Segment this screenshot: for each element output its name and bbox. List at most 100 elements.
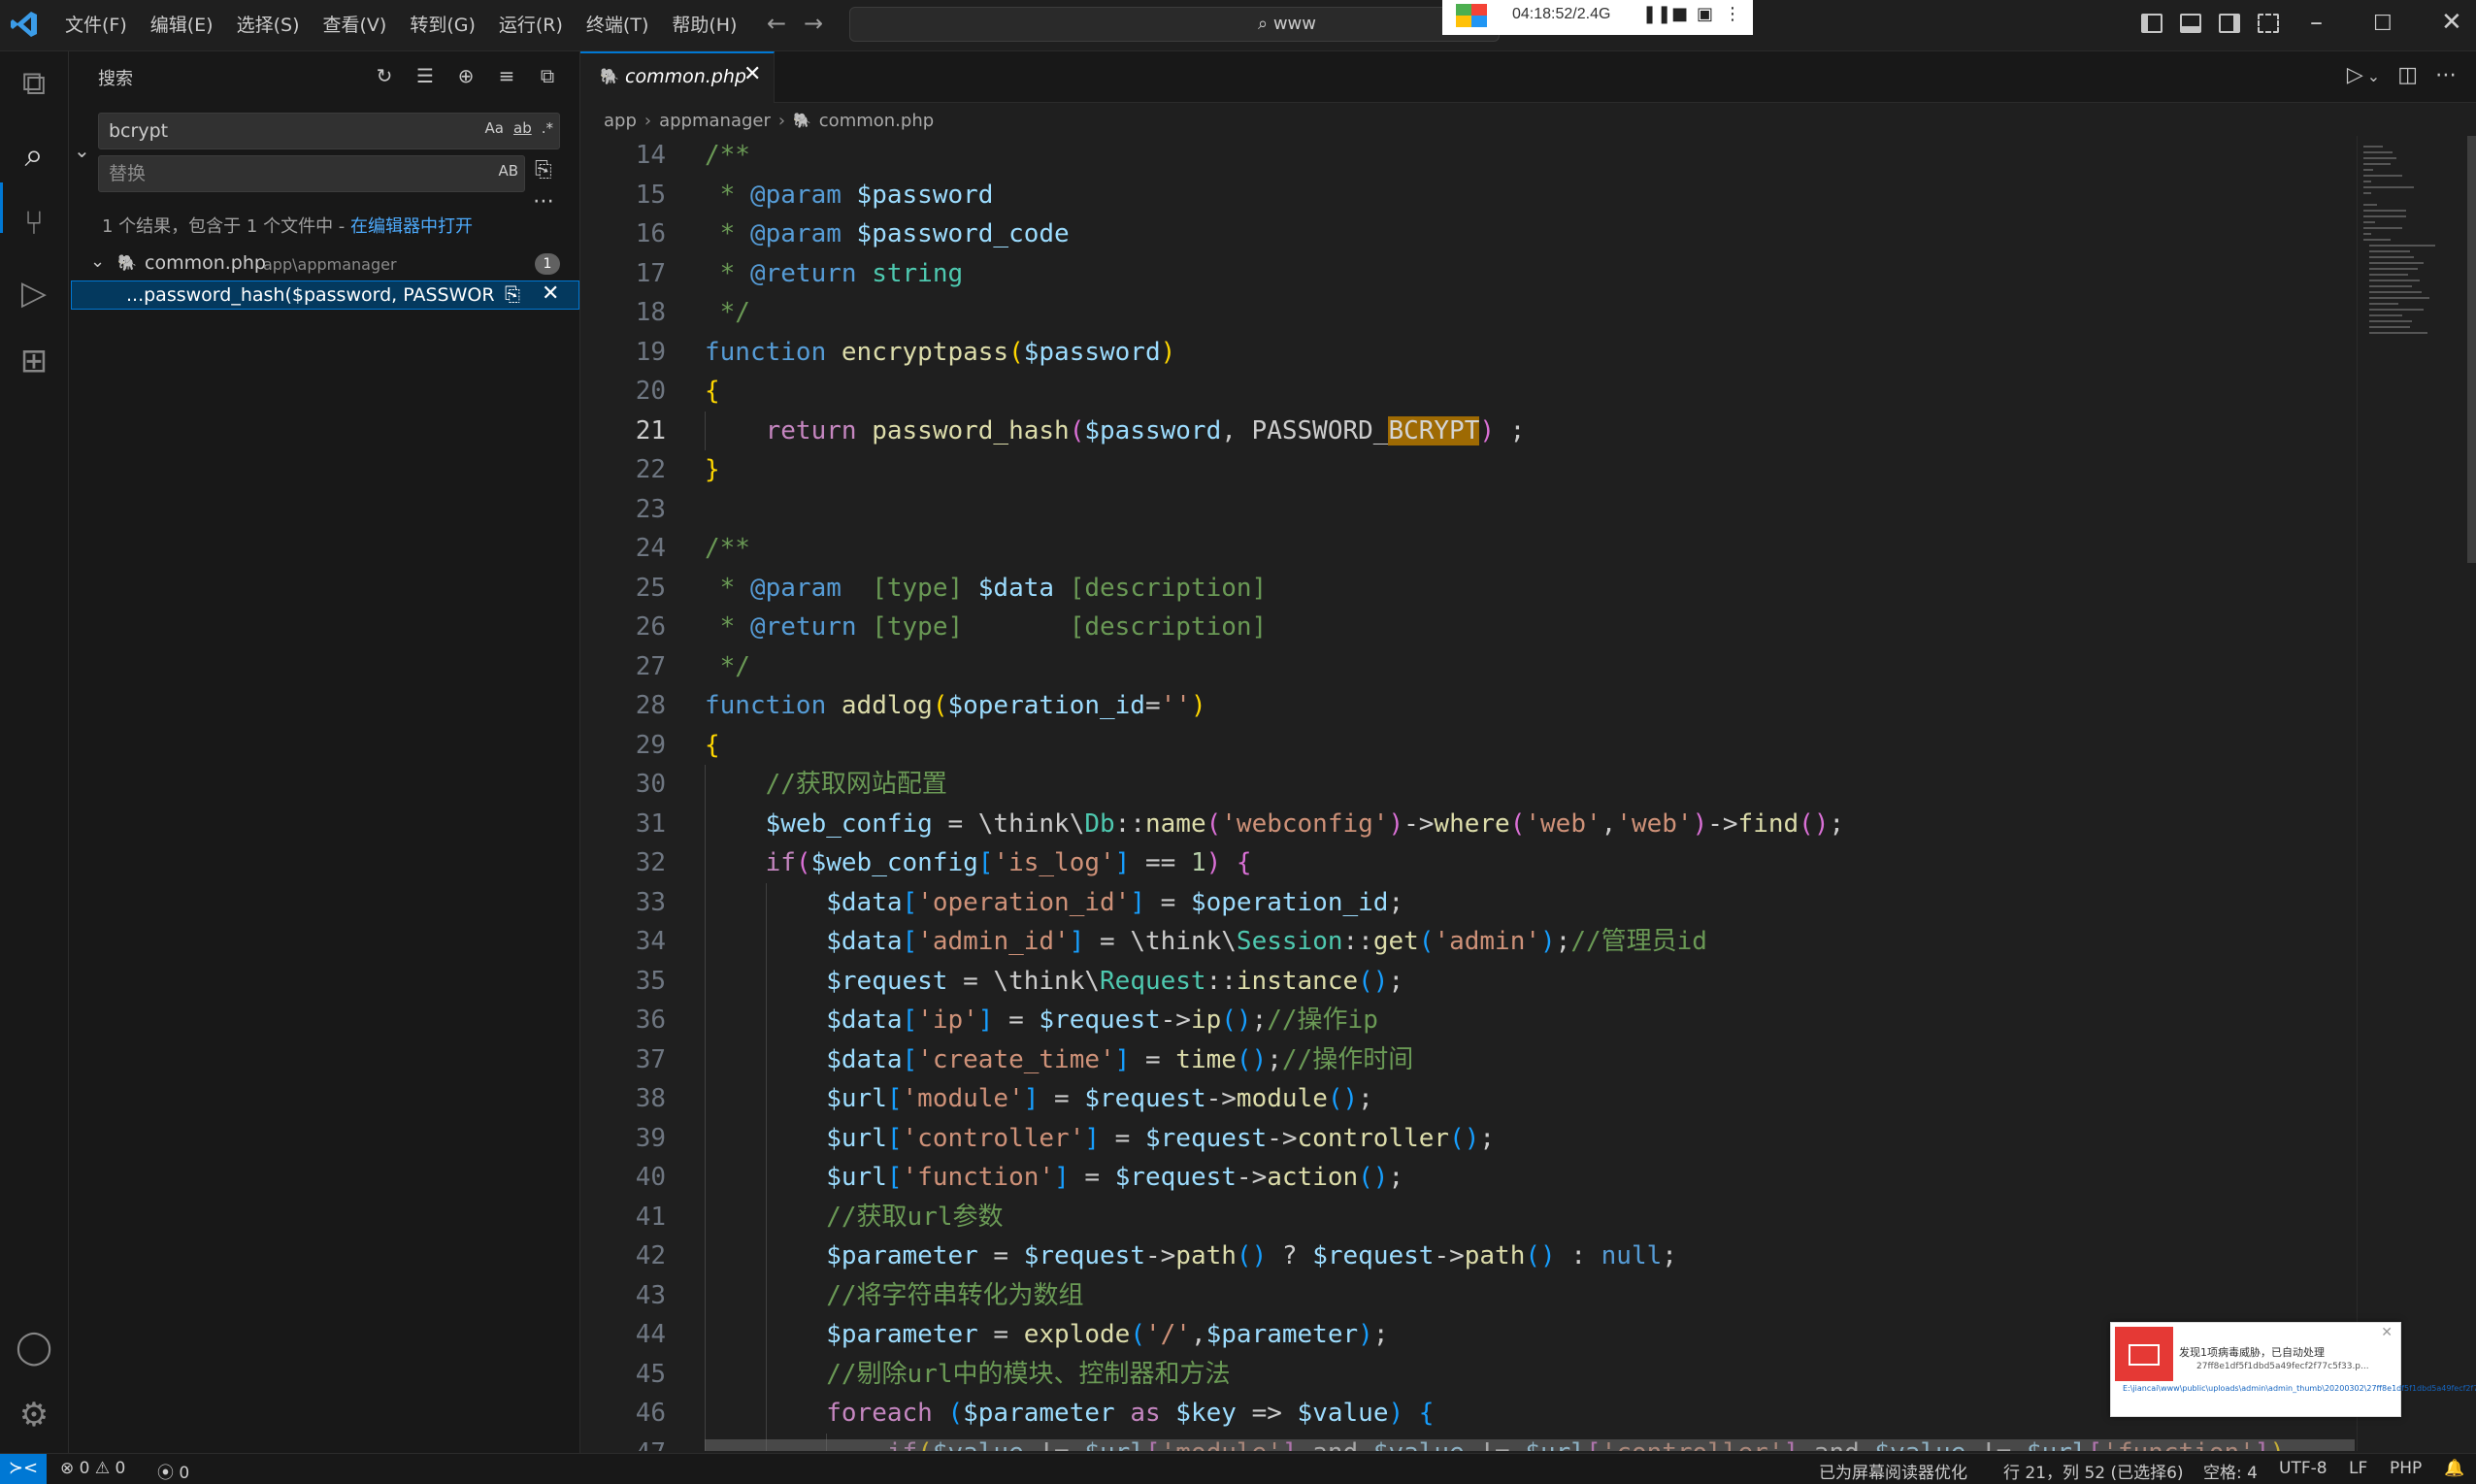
language-mode[interactable]: PHP <box>2390 1459 2422 1478</box>
menu-run[interactable]: 运行(R) <box>487 0 575 50</box>
toggle-secondary-sidebar-icon[interactable] <box>2219 14 2240 33</box>
replace-match-icon[interactable]: ⎘ <box>505 282 520 306</box>
source-control-icon[interactable]: ⑂ <box>14 203 54 244</box>
search-input-box: Aa ab .* <box>98 113 560 149</box>
match-whole-word-toggle[interactable]: ab <box>513 119 532 137</box>
extensions-icon[interactable]: ⊞ <box>14 341 54 381</box>
php-file-icon: 🐘 <box>793 112 811 129</box>
match-case-toggle[interactable]: Aa <box>485 119 504 137</box>
maximize-icon[interactable]: ☐ <box>2373 12 2393 36</box>
toggle-sidebar-icon[interactable] <box>2141 14 2162 33</box>
result-count-badge: 1 <box>535 253 560 275</box>
problems-status[interactable]: ⊗ 0 ⚠ 0 <box>60 1459 125 1478</box>
indent-guide <box>705 1315 706 1355</box>
code-editor[interactable]: 14 /** 15 * @param $password 16 * @param … <box>580 136 2357 1451</box>
explorer-icon[interactable]: ⧉ <box>14 63 54 104</box>
encoding-status[interactable]: UTF-8 <box>2279 1459 2327 1478</box>
indent-guide <box>765 961 767 1001</box>
toggle-search-details-icon[interactable]: ⋯ <box>533 189 554 214</box>
ports-status[interactable]: ⦿ 0 <box>157 1459 189 1483</box>
code-line: 22} <box>580 450 2357 490</box>
notification-path: E:\jiancai\www\public\uploads\admin\admi… <box>2123 1384 2476 1393</box>
close-notification-icon[interactable]: ✕ <box>2381 1325 2393 1340</box>
search-view-icon[interactable]: ⌕ <box>14 135 54 176</box>
result-match-row[interactable]: ...password_hash($password, PASSWORD... … <box>71 280 579 310</box>
collapse-all-icon[interactable]: ⧉ <box>535 63 560 88</box>
indent-guide <box>765 1118 767 1158</box>
split-editor-icon[interactable]: ◫ <box>2397 63 2418 87</box>
eol-status[interactable]: LF <box>2349 1459 2367 1478</box>
command-center-search[interactable]: ⌕ www <box>849 7 1500 42</box>
indent-guide <box>765 1001 767 1040</box>
breadcrumb-file[interactable]: common.php <box>819 111 934 131</box>
close-window-icon[interactable]: ✕ <box>2441 8 2462 37</box>
customize-layout-icon[interactable] <box>2258 14 2279 33</box>
indentation-status[interactable]: 空格: 4 <box>2203 1459 2258 1483</box>
search-input[interactable] <box>107 119 431 143</box>
remote-icon[interactable]: ≻< <box>0 1454 47 1484</box>
new-search-editor-icon[interactable]: ⊕ <box>453 63 479 88</box>
horizontal-scrollbar[interactable] <box>705 1439 2355 1451</box>
forward-arrow-icon[interactable]: → <box>804 10 823 37</box>
breadcrumb-appmanager[interactable]: appmanager <box>659 111 771 131</box>
indent-guide <box>705 1275 706 1315</box>
more-actions-icon[interactable]: ⋯ <box>2435 63 2457 87</box>
notifications-bell-icon[interactable]: 🔔 <box>2444 1459 2464 1478</box>
minimap-line <box>2363 175 2402 177</box>
menu-selection[interactable]: 选择(S) <box>225 0 312 50</box>
minimap-slider[interactable] <box>2467 136 2476 563</box>
tab-common-php[interactable]: 🐘 common.php ✕ <box>580 51 775 103</box>
result-file-row[interactable]: ⌄ 🐘 common.php app\appmanager 1 <box>69 249 579 279</box>
menu-file[interactable]: 文件(F) <box>53 0 139 50</box>
close-tab-icon[interactable]: ✕ <box>743 62 761 86</box>
minimap[interactable] <box>2357 136 2476 1451</box>
menu-view[interactable]: 查看(V) <box>312 0 399 50</box>
preserve-case-toggle[interactable]: AB <box>498 162 518 180</box>
code-text: $data['ip'] = $request->ip();//操作ip <box>826 1006 1378 1035</box>
toggle-replace-chevron-icon[interactable]: ⌄ <box>74 139 90 162</box>
run-debug-icon[interactable]: ▷ <box>14 273 54 313</box>
line-number: 24 <box>635 534 666 563</box>
menu-edit[interactable]: 编辑(E) <box>139 0 225 50</box>
minimize-icon[interactable]: – <box>2310 8 2323 37</box>
chevron-down-icon[interactable]: ⌄ <box>90 251 105 272</box>
line-number: 29 <box>635 730 666 760</box>
menu-help[interactable]: 帮助(H) <box>660 0 748 50</box>
screenshot-icon[interactable]: ▣ <box>1697 4 1713 24</box>
replace-input[interactable] <box>107 162 431 185</box>
refresh-icon[interactable]: ↻ <box>372 63 397 88</box>
clear-results-icon[interactable]: ☰ <box>413 63 438 88</box>
minimap-line <box>2369 314 2402 316</box>
indent-guide <box>705 1237 706 1276</box>
screen-reader-status[interactable]: 已为屏幕阅读器优化 <box>1819 1459 1967 1483</box>
antivirus-notification[interactable]: 发现1项病毒威胁，已自动处理 27ff8e1df5f1dbd5a49fecf2f… <box>2110 1322 2476 1417</box>
line-number: 21 <box>635 415 666 445</box>
code-line: 35 $request = \think\Request::instance()… <box>580 961 2357 1001</box>
toggle-panel-icon[interactable] <box>2180 14 2201 33</box>
minimap-line <box>2369 268 2418 270</box>
view-as-tree-icon[interactable]: ≡ <box>494 63 519 88</box>
code-line: 15 * @param $password <box>580 176 2357 215</box>
code-text: * @param $password <box>705 180 994 210</box>
open-in-editor-link[interactable]: 在编辑器中打开 <box>350 216 473 237</box>
cursor-position[interactable]: 行 21，列 52 (已选择6) <box>2003 1459 2184 1483</box>
settings-gear-icon[interactable]: ⚙ <box>14 1395 54 1435</box>
dismiss-match-icon[interactable]: ✕ <box>542 281 559 306</box>
title-bar: 文件(F) 编辑(E) 选择(S) 查看(V) 转到(G) 运行(R) 终端(T… <box>0 0 2476 51</box>
more-icon[interactable]: ⋮ <box>1724 4 1741 24</box>
back-arrow-icon[interactable]: ← <box>767 10 786 37</box>
run-file-icon[interactable]: ▷ <box>2347 63 2363 87</box>
pause-icon[interactable]: ❚❚ <box>1642 4 1671 24</box>
line-number: 15 <box>635 180 666 210</box>
indent-guide <box>705 1039 706 1079</box>
use-regex-toggle[interactable]: .* <box>542 119 553 137</box>
run-dropdown-chevron-icon[interactable]: ⌄ <box>2367 67 2380 87</box>
breadcrumb-app[interactable]: app <box>604 111 637 131</box>
accounts-icon[interactable]: ◯ <box>14 1327 54 1368</box>
indent-guide <box>705 1079 706 1119</box>
minimap-line <box>2363 233 2371 235</box>
menu-go[interactable]: 转到(G) <box>398 0 487 50</box>
replace-all-icon[interactable]: ⎘ <box>535 158 552 182</box>
stop-icon[interactable]: ■ <box>1671 4 1688 24</box>
menu-terminal[interactable]: 终端(T) <box>575 0 660 50</box>
